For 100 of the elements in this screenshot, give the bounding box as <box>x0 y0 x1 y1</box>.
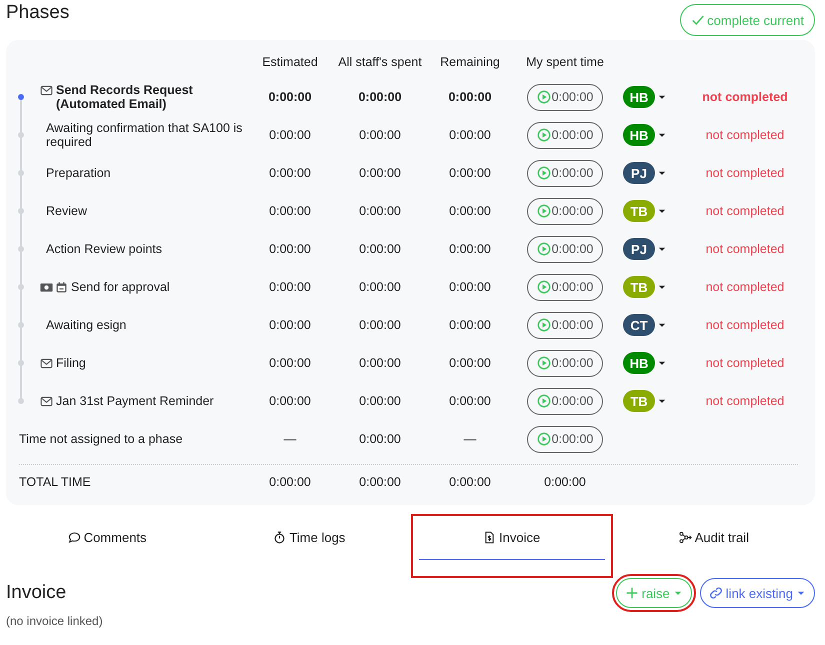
time-value: 0:00:00 <box>358 280 402 294</box>
time-value: 0:00:00 <box>448 394 492 408</box>
banknote-icon <box>40 281 53 294</box>
phase-name: Preparation <box>46 166 111 180</box>
play-icon <box>536 356 551 370</box>
time-value: 0:00:00 <box>358 242 402 256</box>
status-label[interactable]: not completed <box>675 356 815 370</box>
plus-icon <box>624 586 639 600</box>
time-value: 0:00:00 <box>358 128 402 142</box>
time-value: 0:00:00 <box>268 204 312 218</box>
assignee-avatar[interactable]: TB <box>623 390 655 412</box>
assignee-avatar[interactable]: HB <box>623 124 655 146</box>
timer-button[interactable]: 0:00:00 <box>526 312 604 338</box>
status-label[interactable]: not completed <box>675 280 815 294</box>
status-label[interactable]: not completed <box>675 128 815 142</box>
phase-name: Send for approval <box>71 280 170 294</box>
time-value: 0:00:00 <box>358 356 402 370</box>
speech-bubble-icon <box>68 531 81 544</box>
column-header: Estimated <box>261 55 319 69</box>
total-value: 0:00:00 <box>358 475 402 489</box>
timer-button[interactable]: 0:00:00 <box>526 160 604 186</box>
time-value: 0:00:00 <box>268 166 312 180</box>
section-title: Phases <box>6 1 70 25</box>
time-value: 0:00:00 <box>448 318 492 332</box>
tab[interactable]: Invoice <box>418 520 605 560</box>
time-value: 0:00:00 <box>358 166 402 180</box>
tab[interactable]: Audit trail <box>620 520 807 560</box>
stopwatch-icon <box>273 531 286 544</box>
time-value: 0:00:00 <box>267 90 313 104</box>
time-value: 0:00:00 <box>357 90 403 104</box>
time-value: 0:00:00 <box>448 128 492 142</box>
mail-icon <box>40 395 53 408</box>
phase-name: Filing <box>56 356 86 370</box>
document-icon <box>483 531 496 544</box>
time-value: 0:00:00 <box>358 318 402 332</box>
time-value: 0:00:00 <box>268 128 312 142</box>
play-icon <box>536 280 551 294</box>
assignee-avatar[interactable]: HB <box>623 86 655 108</box>
time-value: 0:00:00 <box>448 280 492 294</box>
status-label[interactable]: not completed <box>675 394 815 408</box>
timer-button[interactable]: 0:00:00 <box>526 84 604 110</box>
time-value: 0:00:00 <box>268 280 312 294</box>
link-existing-button[interactable]: link existing <box>700 578 815 608</box>
time-value: 0:00:00 <box>268 318 312 332</box>
play-icon <box>536 242 551 256</box>
timer-button[interactable]: 0:00:00 <box>526 388 604 414</box>
flow-nodes-icon <box>678 531 692 544</box>
status-label[interactable]: not completed <box>675 166 815 180</box>
mail-icon <box>40 84 53 97</box>
column-header: Remaining <box>439 55 501 69</box>
phase-name: Send Records Request (Automated Email) <box>56 83 194 111</box>
status-label[interactable]: not completed <box>675 204 815 218</box>
mail-icon <box>40 357 53 370</box>
time-value: 0:00:00 <box>268 394 312 408</box>
time-value: — <box>282 432 298 446</box>
timer-button[interactable]: 0:00:00 <box>526 274 604 300</box>
assignee-avatar[interactable]: TB <box>623 200 655 222</box>
timer-button[interactable]: 0:00:00 <box>526 426 604 452</box>
assignee-avatar[interactable]: HB <box>623 352 655 374</box>
timer-button[interactable]: 0:00:00 <box>526 122 604 148</box>
phase-name: Action Review points <box>46 242 162 256</box>
timer-button[interactable]: 0:00:00 <box>526 236 604 262</box>
empty-message: (no invoice linked) <box>6 614 104 628</box>
phase-name: Review <box>46 204 87 218</box>
time-value: 0:00:00 <box>358 204 402 218</box>
timer-button[interactable]: 0:00:00 <box>526 350 604 376</box>
time-value: 0:00:00 <box>447 90 493 104</box>
assignee-avatar[interactable]: CT <box>623 314 655 336</box>
status-label[interactable]: not completed <box>675 318 815 332</box>
phase-name: Awaiting confirmation that SA100 is required <box>46 121 244 149</box>
play-icon <box>536 90 551 104</box>
status-label[interactable]: not completed <box>675 242 815 256</box>
time-value: 0:00:00 <box>358 394 402 408</box>
timer-button[interactable]: 0:00:00 <box>526 198 604 224</box>
assignee-avatar[interactable]: TB <box>623 276 655 298</box>
time-value: 0:00:00 <box>268 356 312 370</box>
phase-name: Jan 31st Payment Reminder <box>56 394 214 408</box>
row-label: Time not assigned to a phase <box>18 432 184 446</box>
assignee-avatar[interactable]: PJ <box>623 238 655 260</box>
tab[interactable]: Time logs <box>216 520 402 560</box>
check-icon <box>691 13 706 27</box>
status-label[interactable]: not completed <box>675 90 815 104</box>
link-icon <box>708 586 723 600</box>
play-icon <box>536 394 551 408</box>
time-value: — <box>462 432 478 446</box>
total-label: TOTAL TIME <box>18 475 92 489</box>
section-title: Invoice <box>6 582 66 604</box>
time-value: 0:00:00 <box>268 242 312 256</box>
column-header: All staff's spent <box>337 55 423 69</box>
time-value: 0:00:00 <box>448 242 492 256</box>
time-value: 0:00:00 <box>448 166 492 180</box>
total-value: 0:00:00 <box>543 475 587 489</box>
time-value: 0:00:00 <box>358 432 402 446</box>
play-icon <box>536 432 551 446</box>
total-value: 0:00:00 <box>268 475 312 489</box>
tab[interactable]: Comments <box>14 520 200 560</box>
play-icon <box>536 128 551 142</box>
column-header: My spent time <box>525 55 605 69</box>
assignee-avatar[interactable]: PJ <box>623 162 655 184</box>
time-value: 0:00:00 <box>448 204 492 218</box>
